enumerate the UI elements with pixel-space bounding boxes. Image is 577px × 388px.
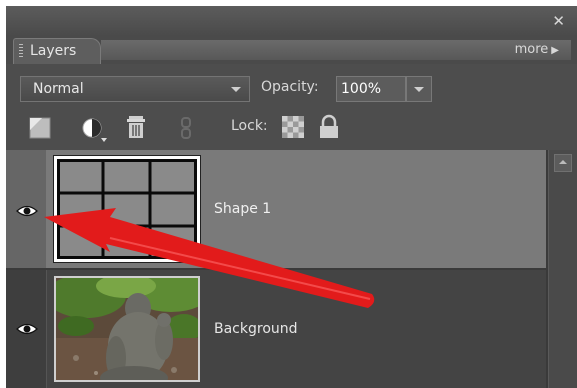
panel-titlebar: ✕ (6, 6, 577, 36)
scroll-up-button[interactable] (554, 154, 572, 172)
tab-layers[interactable]: Layers (13, 38, 101, 64)
trash-icon[interactable] (124, 114, 148, 140)
layer-row-shape-1[interactable]: Shape 1 (6, 150, 546, 268)
layers-list: Shape 1 Background (6, 150, 577, 388)
opacity-dropdown-button[interactable] (406, 76, 432, 102)
layer-name: Shape 1 (214, 201, 272, 217)
visibility-cell[interactable] (6, 150, 46, 268)
lock-all-icon[interactable] (318, 114, 340, 140)
opacity-input[interactable]: 100% (336, 76, 406, 102)
grid-shape-thumbnail (57, 159, 197, 259)
tab-strip: Layers more ▶ (6, 36, 577, 64)
more-label: more (514, 42, 549, 57)
tab-layers-label: Layers (30, 43, 77, 59)
lock-label: Lock: (231, 118, 268, 134)
layer-row-background[interactable]: Background (6, 270, 546, 388)
lock-transparency-icon[interactable] (282, 116, 304, 138)
visibility-cell[interactable] (6, 270, 47, 388)
eye-icon[interactable] (16, 322, 38, 336)
layer-controls: Normal Opacity: 100% Lock: (6, 64, 577, 150)
opacity-label: Opacity: (261, 79, 319, 95)
layers-panel: ✕ Layers more ▶ Normal Opacity: 100% Loc… (6, 6, 577, 388)
layers-scrollbar[interactable] (548, 150, 577, 388)
opacity-value: 100% (341, 81, 382, 97)
grip-icon[interactable] (19, 44, 23, 59)
gorilla-statue-thumbnail (56, 278, 198, 380)
link-icon[interactable] (178, 116, 194, 140)
layer-name: Background (214, 321, 298, 337)
layer-thumbnail-shape (53, 155, 201, 263)
more-bar: more ▶ (101, 40, 571, 60)
chevron-down-icon (231, 87, 241, 92)
chevron-right-icon: ▶ (551, 45, 559, 56)
layer-thumbnail-photo (54, 276, 200, 382)
blend-mode-value: Normal (33, 81, 84, 97)
chevron-down-icon (414, 87, 424, 92)
adjustment-layer-icon[interactable] (80, 116, 110, 144)
more-menu-button[interactable]: more ▶ (515, 42, 559, 57)
blend-mode-dropdown[interactable]: Normal (20, 76, 250, 102)
eye-icon[interactable] (16, 204, 38, 218)
new-layer-icon[interactable] (28, 116, 52, 140)
close-icon[interactable]: ✕ (552, 12, 565, 30)
